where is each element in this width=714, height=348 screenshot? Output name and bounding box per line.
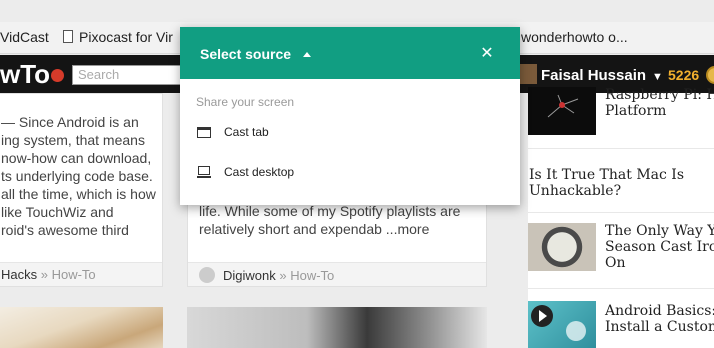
play-icon [531, 305, 586, 341]
article-thumbnail[interactable] [187, 307, 487, 348]
excerpt-line: ts underlying code base. [1, 168, 153, 184]
points-count: 5226 [668, 67, 700, 83]
search-input[interactable]: Search [72, 65, 192, 85]
card-footer: Digiwonk » How-To [188, 262, 486, 286]
thumbnail-graphic [547, 94, 579, 118]
share-screen-label: Share your screen [196, 95, 295, 109]
title-line: Platform [605, 103, 667, 119]
title-line: Android Basics: [605, 303, 714, 319]
cast-tab-label: Cast tab [224, 125, 269, 139]
sidebar-article[interactable]: Raspberry Pi: Ha Platform [528, 87, 714, 149]
sidebar-article[interactable]: Is It True That Mac Is Unhackable? [528, 151, 714, 213]
bookmark-pixocast-label: Pixocast for Vir [79, 29, 173, 45]
sidebar-article-title: The Only Way Y Season Cast Iron On [605, 223, 714, 271]
site-logo-text: wTo [0, 59, 51, 89]
excerpt-line: like TouchWiz and [1, 204, 114, 220]
sidebar-article-title: Raspberry Pi: Ha Platform [605, 87, 714, 119]
excerpt-line: all the time, which is how [1, 186, 156, 202]
sidebar-article-title: Is It True That Mac Is Unhackable? [529, 167, 684, 199]
cast-tab-option[interactable]: Cast tab [180, 116, 520, 150]
card-footer: Hacks » How-To [0, 262, 162, 286]
cast-desktop-option[interactable]: Cast desktop [180, 156, 520, 190]
user-name: Faisal Hussain [541, 67, 647, 84]
excerpt-line: roid's awesome third [1, 222, 129, 238]
excerpt-line: relatively short and expendab ...more [199, 221, 430, 237]
author-avatar-icon [199, 267, 215, 283]
title-line: Install a Custom [605, 319, 714, 335]
excerpt-line: ing system, that means [1, 132, 145, 148]
tab-icon [197, 127, 211, 138]
article-thumbnail [528, 301, 596, 348]
bookmark-pixocast[interactable]: Pixocast for Vir [63, 29, 173, 45]
article-thumbnail [528, 223, 596, 271]
title-line: Raspberry Pi: Ha [605, 87, 714, 103]
coin-icon [706, 66, 714, 84]
browser-page: VidCast Pixocast for Vir wonderhowto o..… [0, 0, 714, 348]
title-line: Unhackable? [529, 183, 622, 199]
laptop-base [197, 176, 211, 178]
cast-desktop-label: Cast desktop [224, 165, 295, 179]
card-author[interactable]: Digiwonk [223, 268, 276, 283]
article-thumbnail [528, 87, 596, 135]
title-line: Is It True That Mac Is [529, 167, 685, 183]
title-line: The Only Way Y [605, 223, 714, 239]
title-line: Season Cast Iron [605, 239, 714, 255]
bookmark-vidcast[interactable]: VidCast [0, 29, 49, 45]
select-source-button[interactable]: Select source [200, 46, 291, 62]
article-card[interactable]: — Since Android is an ing system, that m… [0, 93, 163, 287]
logo-dot-icon [51, 69, 65, 82]
bookmark-wonderhowto[interactable]: wonderhowto o... [521, 29, 628, 45]
trending-sidebar: Raspberry Pi: Ha Platform Is It True Tha… [528, 87, 714, 348]
caret-up-icon[interactable] [303, 52, 311, 57]
excerpt-line: now-how can download, [1, 150, 152, 166]
sidebar-article[interactable]: Android Basics: Install a Custom [528, 293, 714, 348]
title-line: On [605, 255, 626, 271]
sidebar-article-title: Android Basics: Install a Custom [605, 303, 714, 335]
article-thumbnail[interactable] [0, 307, 163, 348]
avatar [519, 64, 537, 84]
laptop-icon [197, 166, 211, 179]
card-section[interactable]: » How-To [41, 267, 96, 282]
sidebar-article[interactable]: The Only Way Y Season Cast Iron On [528, 215, 714, 289]
card-excerpt: — Since Android is an ing system, that m… [1, 113, 156, 239]
caret-down-icon: ▼ [652, 71, 663, 83]
laptop-screen [198, 166, 210, 175]
cast-source-dialog: Select source ✕ Share your screen Cast t… [180, 27, 520, 205]
site-logo[interactable]: wTo [0, 59, 65, 90]
close-icon[interactable]: ✕ [477, 44, 497, 64]
card-author[interactable]: Hacks [0, 267, 37, 282]
dialog-header: Select source ✕ [180, 27, 520, 79]
user-menu[interactable]: Faisal Hussain ▼ [519, 64, 663, 84]
page-icon [63, 30, 73, 43]
card-section[interactable]: » How-To [279, 268, 334, 283]
card-excerpt: life. While some of my Spotify playlists… [199, 202, 460, 238]
excerpt-line: — Since Android is an [1, 114, 139, 130]
